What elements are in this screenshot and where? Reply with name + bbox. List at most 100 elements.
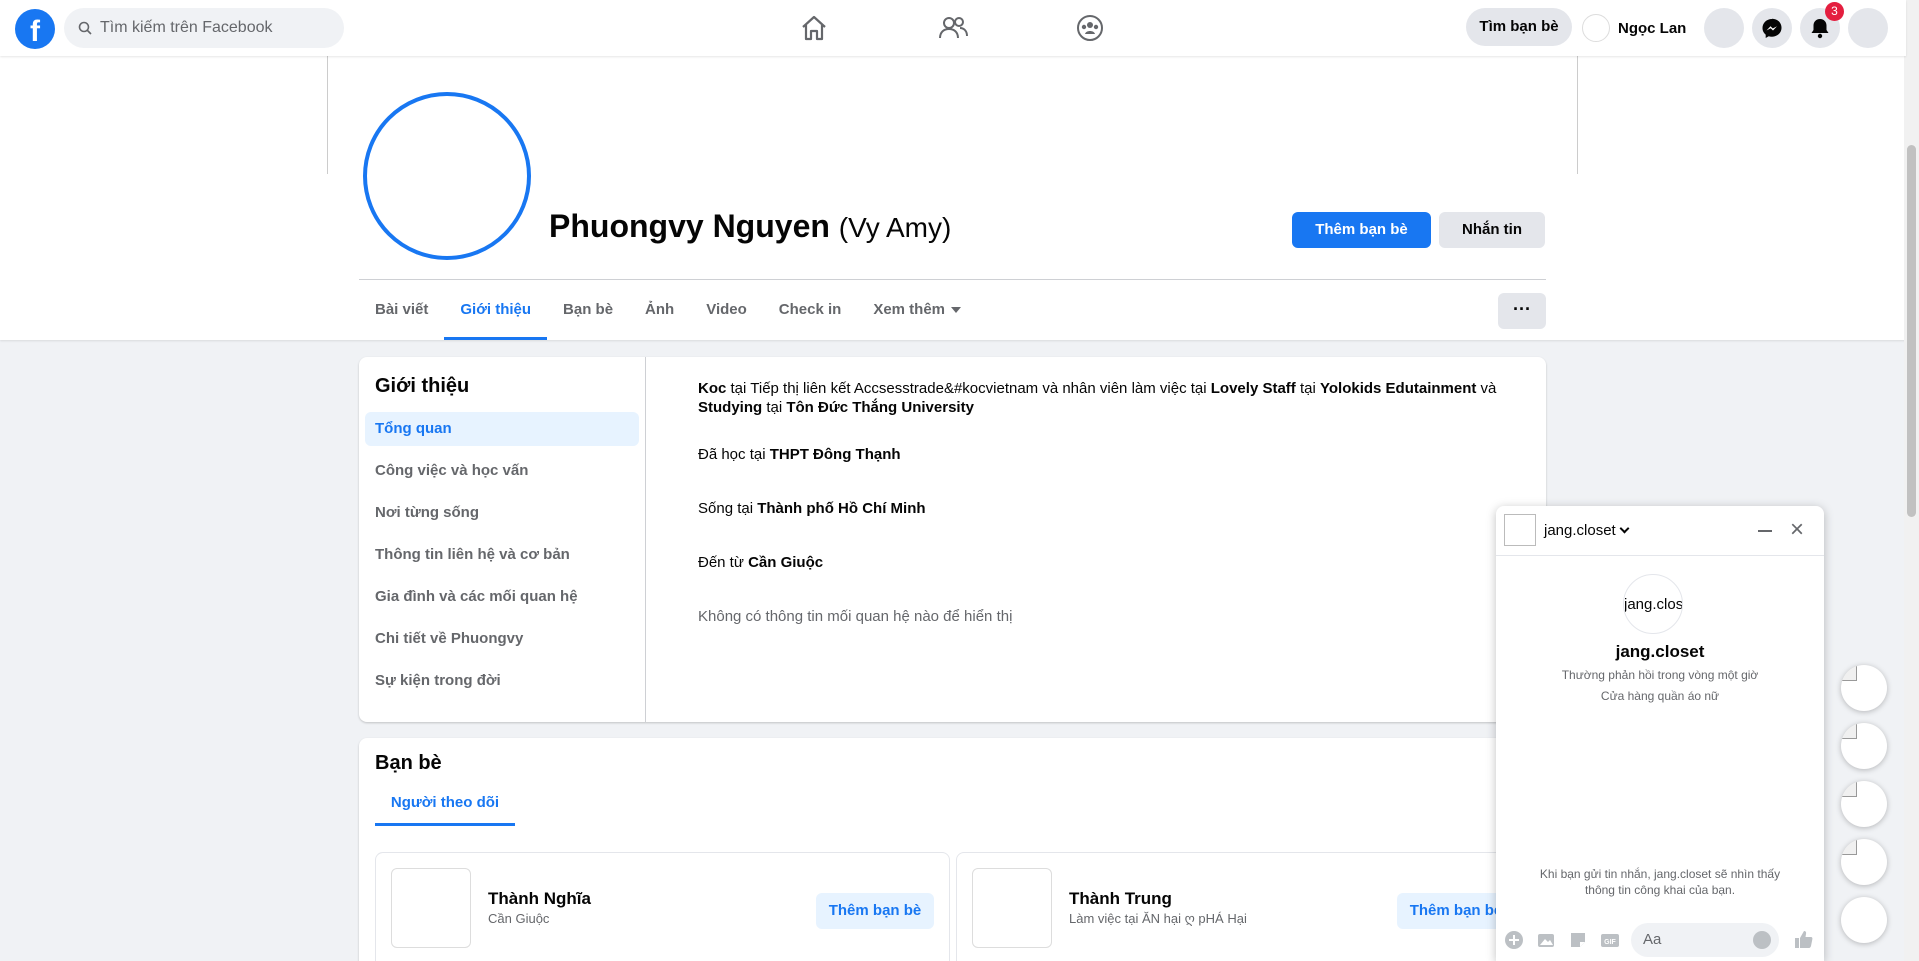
tab-about[interactable]: Giới thiệu xyxy=(444,280,547,340)
friend-photo[interactable] xyxy=(972,868,1052,948)
new-message-button[interactable] xyxy=(1841,897,1887,943)
profile-header: Phuongvy Nguyen (Vy Amy) Thêm bạn bè Nhắ… xyxy=(0,56,1906,340)
hometown-link[interactable]: Cần Giuộc xyxy=(748,554,823,571)
search-box[interactable]: Tìm kiếm trên Facebook xyxy=(64,8,344,48)
chat-profile-name: jang.closet xyxy=(1615,642,1705,661)
friend-name[interactable]: Thành Trung xyxy=(1069,889,1172,909)
top-navigation-bar: f Tìm kiếm trên Facebook Tìm bạn bè Ngọc… xyxy=(0,0,1906,56)
message-input[interactable]: Aa xyxy=(1631,923,1779,957)
find-friends-button[interactable]: Tìm bạn bè xyxy=(1466,8,1572,46)
work-org-link[interactable]: Yolokids Edutainment xyxy=(1320,380,1476,397)
chat-head[interactable] xyxy=(1841,665,1887,711)
tab-photos[interactable]: Ảnh xyxy=(629,280,690,340)
emoji-icon[interactable] xyxy=(1753,931,1771,949)
friend-photo[interactable] xyxy=(391,868,471,948)
groups-icon[interactable] xyxy=(1072,10,1108,46)
friend-name[interactable]: Thành Nghĩa xyxy=(488,889,591,909)
broken-image-icon xyxy=(1841,839,1857,855)
chat-head[interactable] xyxy=(1841,781,1887,827)
more-options-button[interactable]: ··· xyxy=(1498,293,1546,329)
friends-icon[interactable] xyxy=(935,10,971,46)
avatar xyxy=(1582,14,1610,42)
page-category: Cửa hàng quần áo nữ xyxy=(1600,689,1720,703)
response-time: Thường phản hồi trong vòng một giờ xyxy=(1561,668,1759,682)
account-button[interactable] xyxy=(1848,8,1888,48)
tab-posts[interactable]: Bài viết xyxy=(359,280,444,340)
message-input-placeholder: Aa xyxy=(1643,931,1662,948)
minimize-icon[interactable] xyxy=(1758,530,1772,532)
broken-image-icon xyxy=(1841,723,1857,739)
lives-info: Sống tại Thành phố Hồ Chí Minh xyxy=(698,499,1518,518)
about-nav-life-events[interactable]: Sự kiện trong đời xyxy=(365,664,639,698)
about-nav-work-education[interactable]: Công việc và học vấn xyxy=(365,454,639,488)
about-nav-details[interactable]: Chi tiết về Phuongvy xyxy=(365,622,639,656)
work-text: và xyxy=(1476,380,1497,397)
profile-tabs: Bài viết Giới thiệu Bạn bè Ảnh Video Che… xyxy=(359,280,977,340)
gif-icon[interactable]: GIF xyxy=(1600,930,1620,950)
relationship-info: Không có thông tin mối quan hệ nào để hi… xyxy=(698,608,1013,625)
chat-head[interactable] xyxy=(1841,723,1887,769)
chat-head[interactable] xyxy=(1841,839,1887,885)
tab-followers[interactable]: Người theo dõi xyxy=(375,780,515,826)
profile-name: Phuongvy Nguyen (Vy Amy) xyxy=(549,208,951,245)
chat-profile-avatar[interactable]: jang.clos xyxy=(1623,574,1683,634)
school-link[interactable]: THPT Đông Thạnh xyxy=(770,446,901,463)
message-button[interactable]: Nhắn tin xyxy=(1439,212,1545,248)
sticker-icon[interactable] xyxy=(1568,930,1588,950)
user-name: Ngọc Lan xyxy=(1618,19,1687,37)
education-info: Đã học tại THPT Đông Thạnh xyxy=(698,445,1518,464)
work-role: Koc xyxy=(698,380,727,397)
messenger-icon xyxy=(1762,18,1782,38)
about-title: Giới thiệu xyxy=(375,375,470,397)
about-nav-contact-basic-info[interactable]: Thông tin liên hệ và cơ bản xyxy=(365,538,639,572)
friends-card: Bạn bè Người theo dõi Thành Nghĩa Cần Gi… xyxy=(359,738,1546,961)
tab-more-label: Xem thêm xyxy=(873,301,946,318)
add-friend-button[interactable]: Thêm bạn bè xyxy=(816,893,934,929)
chat-composer: GIF Aa xyxy=(1496,918,1824,960)
chat-window: jang.closet × jang.clos jang.closet Thườ… xyxy=(1496,506,1824,961)
friends-title: Bạn bè xyxy=(375,752,442,774)
chat-avatar[interactable] xyxy=(1504,514,1536,546)
add-friend-button[interactable]: Thêm bạn bè xyxy=(1292,212,1431,248)
tab-videos[interactable]: Video xyxy=(690,280,763,340)
city-link[interactable]: Thành phố Hồ Chí Minh xyxy=(757,500,925,517)
like-icon[interactable] xyxy=(1792,928,1814,950)
chat-title[interactable]: jang.closet xyxy=(1544,522,1630,539)
profile-picture[interactable] xyxy=(363,92,531,260)
friend-card: Thành Nghĩa Cần Giuộc Thêm bạn bè xyxy=(375,852,950,961)
photo-icon[interactable] xyxy=(1536,930,1556,950)
about-nav-places-lived[interactable]: Nơi từng sống xyxy=(365,496,639,530)
about-nav-overview[interactable]: Tổng quan xyxy=(365,412,639,446)
privacy-notice: Khi bạn gửi tin nhắn, jang.closet sẽ nhì… xyxy=(1539,867,1781,897)
facebook-logo[interactable]: f xyxy=(15,9,55,49)
work-text: tại xyxy=(762,399,787,416)
work-org-link[interactable]: Lovely Staff xyxy=(1211,380,1296,397)
tab-friends[interactable]: Bạn bè xyxy=(547,280,629,340)
chat-name: jang.closet xyxy=(1544,522,1616,539)
svg-text:GIF: GIF xyxy=(1604,939,1616,946)
messenger-button[interactable] xyxy=(1752,8,1792,48)
about-nav-family-relationships[interactable]: Gia đình và các mối quan hệ xyxy=(365,580,639,614)
page-scrollbar[interactable] xyxy=(1904,0,1919,961)
caret-down-icon xyxy=(951,307,962,314)
work-info: Koc tại Tiếp thị liên kết Accsesstrade&#… xyxy=(698,379,1518,417)
close-icon[interactable]: × xyxy=(1786,518,1808,542)
work-text: tại Tiếp thị liên kết Accsesstrade&#kocv… xyxy=(726,380,1211,397)
broken-image-icon xyxy=(1841,781,1857,797)
menu-button[interactable] xyxy=(1704,8,1744,48)
profile-shortcut[interactable]: Ngọc Lan xyxy=(1582,8,1686,48)
about-nav: Tổng quan Công việc và học vấn Nơi từng … xyxy=(365,412,639,706)
cover-photo-edge xyxy=(1577,56,1578,174)
broken-image-icon xyxy=(1841,665,1857,681)
chevron-down-icon xyxy=(1619,523,1630,534)
search-placeholder: Tìm kiếm trên Facebook xyxy=(100,19,273,36)
hometown-info: Đến từ Cần Giuộc xyxy=(698,553,1518,572)
school-link[interactable]: Tôn Đức Thắng University xyxy=(786,399,974,416)
home-icon[interactable] xyxy=(796,10,832,46)
plus-icon[interactable] xyxy=(1504,930,1524,950)
scrollbar-thumb[interactable] xyxy=(1907,145,1916,517)
friend-card: Thành Trung Làm việc tại ĂN hại ღ pHÁ Hạ… xyxy=(956,852,1531,961)
tab-more[interactable]: Xem thêm xyxy=(857,280,977,340)
tab-check-ins[interactable]: Check in xyxy=(763,280,858,340)
friend-subtitle: Làm việc tại ĂN hại ღ pHÁ Hại xyxy=(1069,911,1247,926)
